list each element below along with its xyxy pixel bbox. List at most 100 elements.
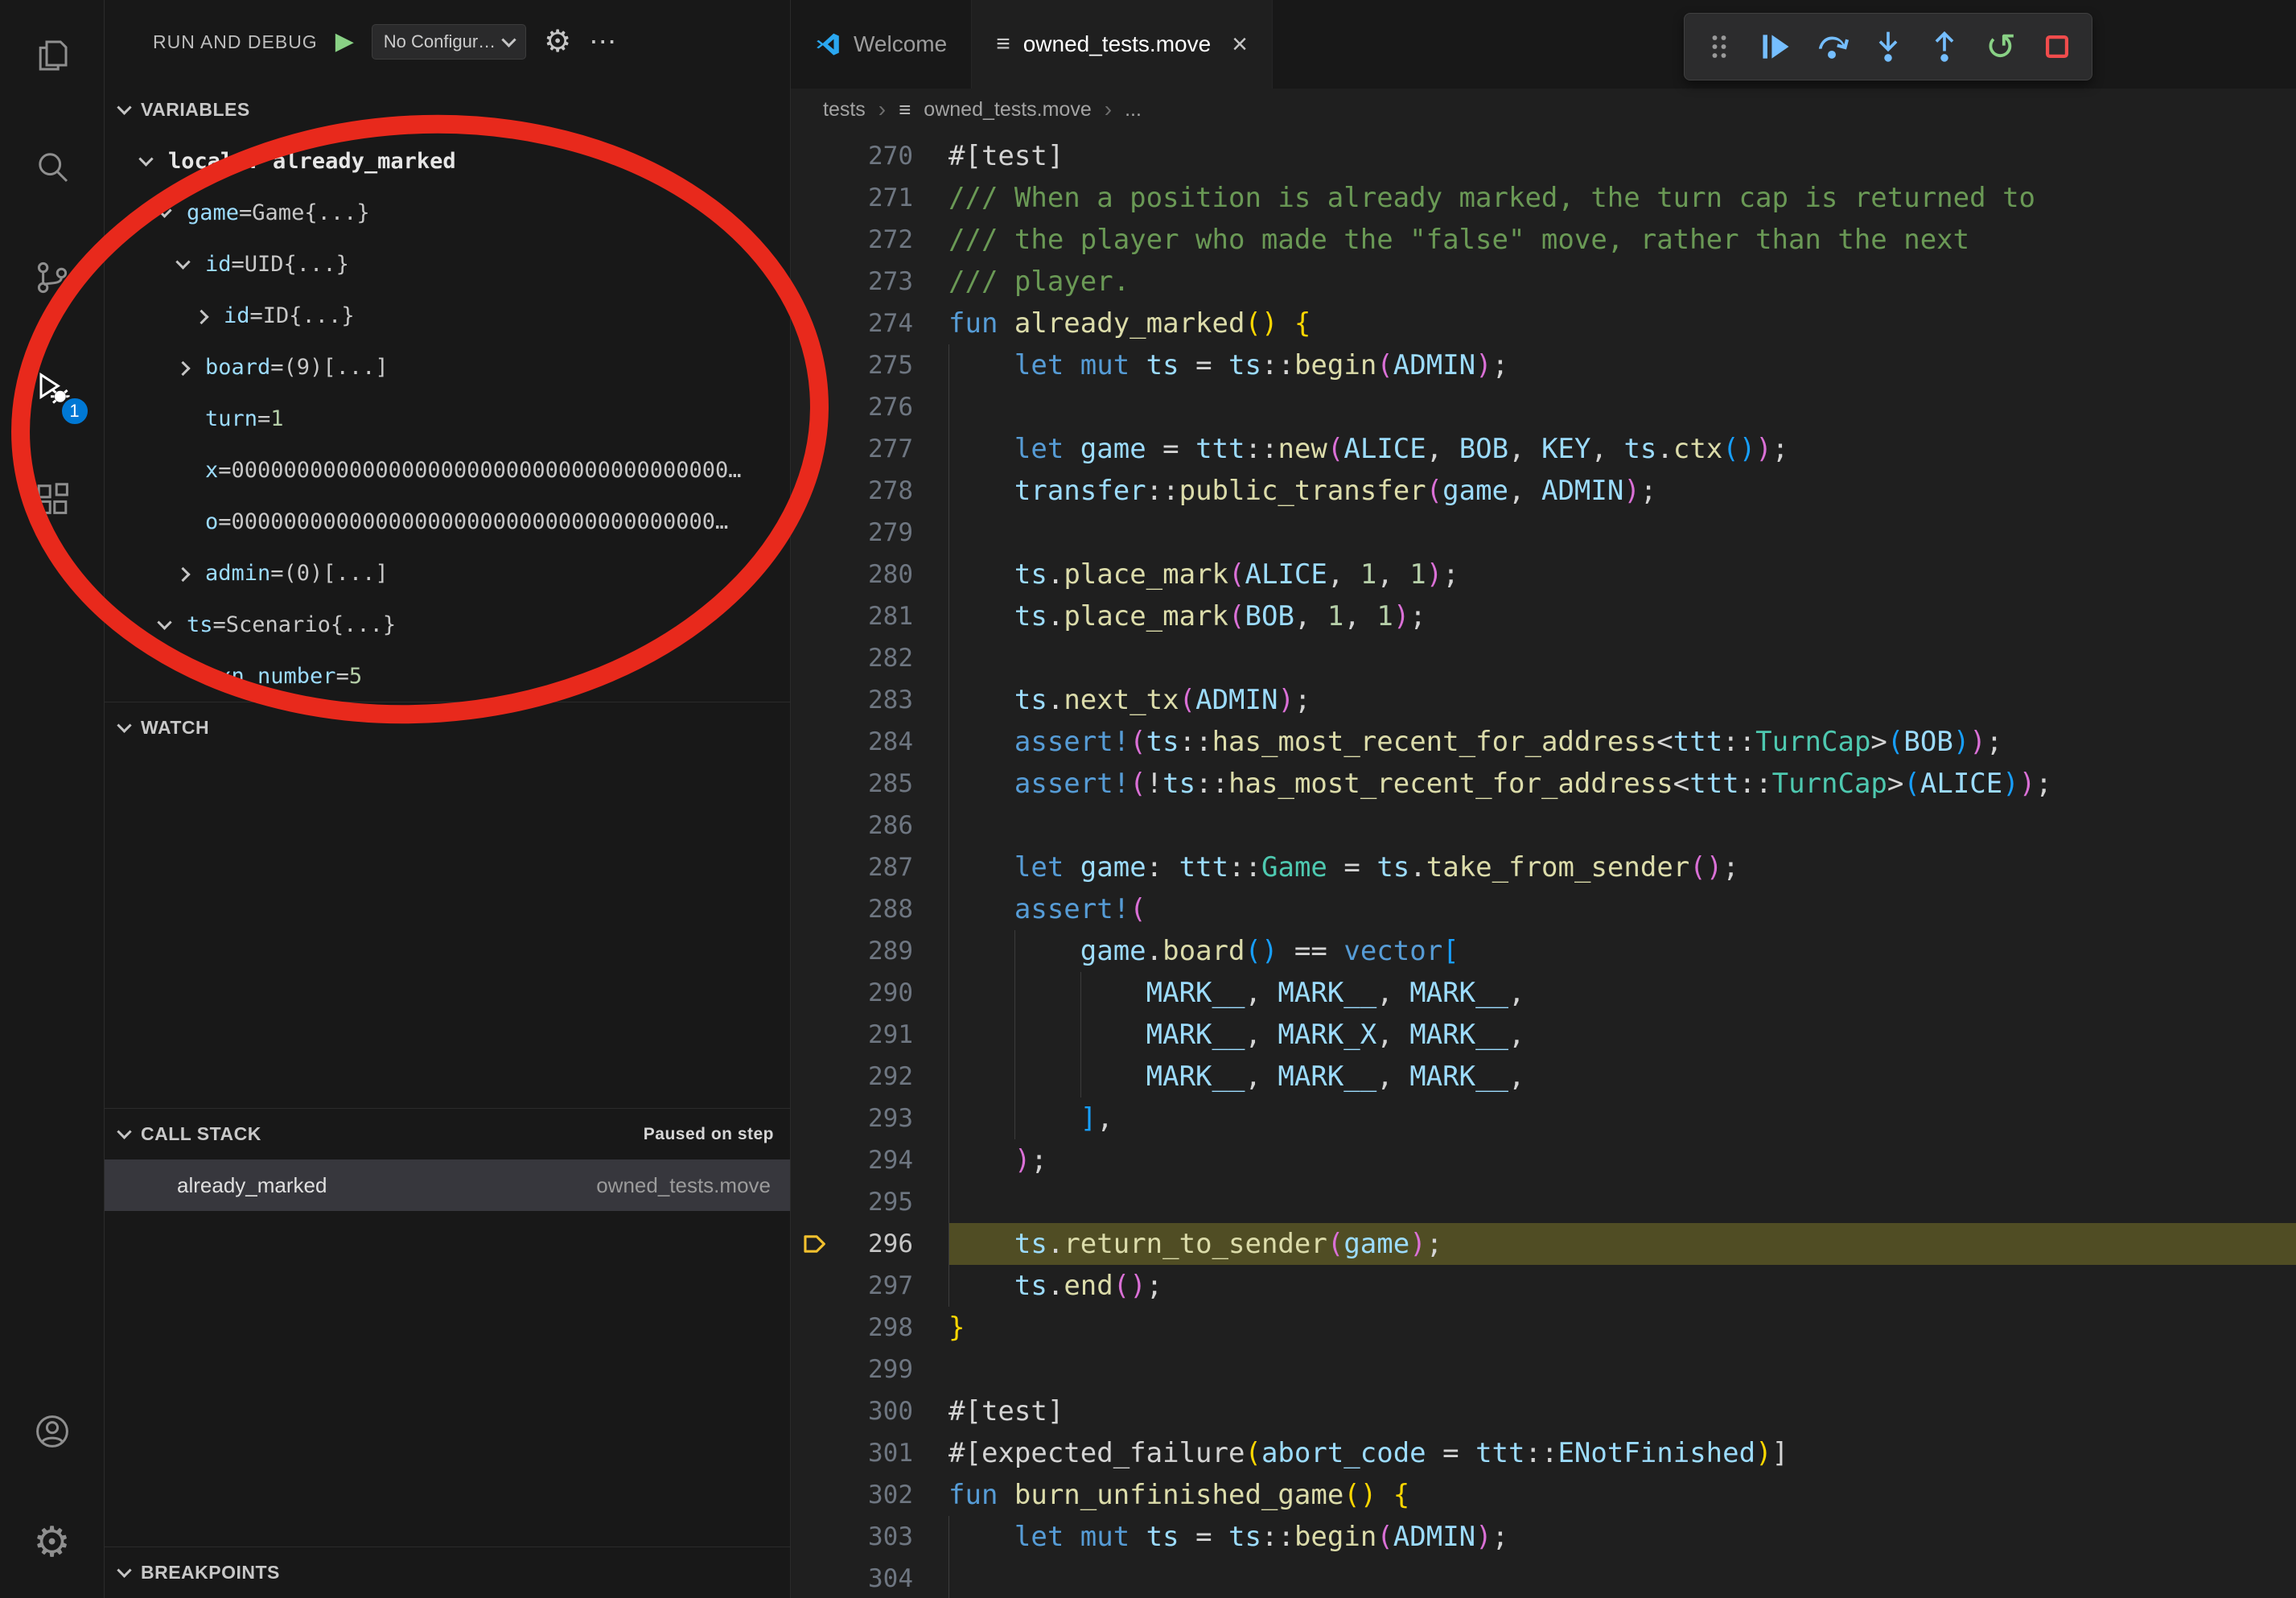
- code-line[interactable]: 273/// player.: [791, 261, 2296, 303]
- code-text[interactable]: /// When a position is already marked, t…: [948, 177, 2296, 219]
- code-text[interactable]: MARK__, MARK_X, MARK__,: [948, 1014, 2296, 1056]
- code-text[interactable]: fun already_marked() {: [948, 303, 2296, 344]
- code-text[interactable]: );: [948, 1139, 2296, 1181]
- code-text[interactable]: assert!(ts::has_most_recent_for_address<…: [948, 721, 2296, 763]
- code-line[interactable]: 289 game.board() == vector[: [791, 930, 2296, 972]
- code-text[interactable]: ts.place_mark(BOB, 1, 1);: [948, 595, 2296, 637]
- code-line[interactable]: 279: [791, 512, 2296, 554]
- activity-item-source-control[interactable]: [0, 222, 105, 333]
- code-line[interactable]: 274fun already_marked() {: [791, 303, 2296, 344]
- breakpoint-margin[interactable]: [791, 1098, 839, 1139]
- code-line[interactable]: 272/// the player who made the "false" m…: [791, 219, 2296, 261]
- code-line[interactable]: 278 transfer::public_transfer(game, ADMI…: [791, 470, 2296, 512]
- code-text[interactable]: #[test]: [948, 1390, 2296, 1432]
- tree-expand-chevron[interactable]: [178, 568, 205, 579]
- code-line[interactable]: 296 ts.return_to_sender(game);: [791, 1223, 2296, 1265]
- code-line[interactable]: 293 ],: [791, 1098, 2296, 1139]
- code-text[interactable]: [948, 1349, 2296, 1390]
- activity-item-settings[interactable]: ⚙: [0, 1487, 105, 1598]
- breakpoint-margin[interactable]: [791, 721, 839, 763]
- watch-section-header[interactable]: WATCH: [105, 702, 790, 753]
- breakpoint-margin[interactable]: [791, 1014, 839, 1056]
- breadcrumb-item-tests[interactable]: tests: [823, 98, 866, 121]
- code-text[interactable]: assert!(!ts::has_most_recent_for_address…: [948, 763, 2296, 805]
- code-line[interactable]: 285 assert!(!ts::has_most_recent_for_add…: [791, 763, 2296, 805]
- code-text[interactable]: fun burn_unfinished_game() {: [948, 1474, 2296, 1516]
- code-line[interactable]: 280 ts.place_mark(ALICE, 1, 1);: [791, 554, 2296, 595]
- variables-tree-row[interactable]: id = ID{...}: [105, 290, 790, 341]
- code-line[interactable]: 276: [791, 386, 2296, 428]
- variables-tree-row[interactable]: turn = 1: [105, 393, 790, 444]
- breakpoint-margin[interactable]: [791, 1474, 839, 1516]
- code-line[interactable]: 290 MARK__, MARK__, MARK__,: [791, 972, 2296, 1014]
- code-line[interactable]: 288 assert!(: [791, 888, 2296, 930]
- breakpoint-margin[interactable]: [791, 554, 839, 595]
- code-text[interactable]: /// the player who made the "false" move…: [948, 219, 2296, 261]
- code-text[interactable]: [948, 1558, 2296, 1598]
- step-out-button[interactable]: [1920, 22, 1969, 72]
- code-text[interactable]: let game: ttt::Game = ts.take_from_sende…: [948, 846, 2296, 888]
- debug-settings-gear-icon[interactable]: ⚙: [544, 27, 571, 57]
- breakpoint-margin[interactable]: [791, 135, 839, 177]
- breakpoint-margin[interactable]: [791, 1181, 839, 1223]
- restart-button[interactable]: ↺: [1976, 22, 2026, 72]
- breakpoint-margin[interactable]: [791, 595, 839, 637]
- variables-tree-row[interactable]: locals: already_marked: [105, 135, 790, 187]
- continue-button[interactable]: [1751, 22, 1800, 72]
- toolbar-drag-handle[interactable]: [1694, 22, 1744, 72]
- breakpoint-margin[interactable]: [791, 972, 839, 1014]
- code-line[interactable]: 294 );: [791, 1139, 2296, 1181]
- code-line[interactable]: 283 ts.next_tx(ADMIN);: [791, 679, 2296, 721]
- code-line[interactable]: 295: [791, 1181, 2296, 1223]
- activity-item-search[interactable]: [0, 111, 105, 222]
- variables-tree-row[interactable]: board = (9)[...]: [105, 341, 790, 393]
- code-line[interactable]: 286: [791, 805, 2296, 846]
- code-text[interactable]: ts.place_mark(ALICE, 1, 1);: [948, 554, 2296, 595]
- code-text[interactable]: MARK__, MARK__, MARK__,: [948, 972, 2296, 1014]
- code-text[interactable]: [948, 805, 2296, 846]
- code-text[interactable]: ts.end();: [948, 1265, 2296, 1307]
- code-line[interactable]: 284 assert!(ts::has_most_recent_for_addr…: [791, 721, 2296, 763]
- code-line[interactable]: 302fun burn_unfinished_game() {: [791, 1474, 2296, 1516]
- breakpoint-margin[interactable]: [791, 637, 839, 679]
- debug-config-dropdown[interactable]: No Configur…: [372, 24, 526, 60]
- tab-owned-tests-move[interactable]: ≡ owned_tests.move ×: [972, 0, 1273, 89]
- variables-tree-row[interactable]: txn_number = 5: [105, 650, 790, 702]
- code-line[interactable]: 282: [791, 637, 2296, 679]
- start-debugging-button[interactable]: ▶: [335, 30, 354, 54]
- code-text[interactable]: MARK__, MARK__, MARK__,: [948, 1056, 2296, 1098]
- breakpoint-margin[interactable]: [791, 679, 839, 721]
- variables-section-header[interactable]: VARIABLES: [105, 84, 790, 135]
- variables-tree-row[interactable]: id = UID{...}: [105, 238, 790, 290]
- code-line[interactable]: 291 MARK__, MARK_X, MARK__,: [791, 1014, 2296, 1056]
- code-text[interactable]: let game = ttt::new(ALICE, BOB, KEY, ts.…: [948, 428, 2296, 470]
- code-line[interactable]: 275 let mut ts = ts::begin(ADMIN);: [791, 344, 2296, 386]
- tree-expand-chevron[interactable]: [141, 156, 168, 167]
- code-line[interactable]: 270#[test]: [791, 135, 2296, 177]
- variables-tree-row[interactable]: game = Game{...}: [105, 187, 790, 238]
- breadcrumb-item-more[interactable]: ...: [1125, 98, 1142, 121]
- code-line[interactable]: 304: [791, 1558, 2296, 1598]
- code-text[interactable]: #[test]: [948, 135, 2296, 177]
- variables-tree-row[interactable]: ts = Scenario{...}: [105, 599, 790, 650]
- code-line[interactable]: 297 ts.end();: [791, 1265, 2296, 1307]
- variables-tree-row[interactable]: admin = (0)[...]: [105, 547, 790, 599]
- code-line[interactable]: 298}: [791, 1307, 2296, 1349]
- step-into-button[interactable]: [1863, 22, 1913, 72]
- code-text[interactable]: ts.return_to_sender(game);: [948, 1223, 2296, 1265]
- step-over-button[interactable]: [1807, 22, 1857, 72]
- code-text[interactable]: [948, 1181, 2296, 1223]
- breakpoint-margin[interactable]: [791, 930, 839, 972]
- breakpoint-margin[interactable]: [791, 1390, 839, 1432]
- code-line[interactable]: 301#[expected_failure(abort_code = ttt::…: [791, 1432, 2296, 1474]
- code-line[interactable]: 303 let mut ts = ts::begin(ADMIN);: [791, 1516, 2296, 1558]
- breakpoint-margin[interactable]: [791, 344, 839, 386]
- call-stack-frame[interactable]: already_markedowned_tests.move: [105, 1159, 790, 1211]
- breakpoint-margin[interactable]: [791, 303, 839, 344]
- breakpoint-margin[interactable]: [791, 1139, 839, 1181]
- breakpoint-margin[interactable]: [791, 1432, 839, 1474]
- code-line[interactable]: 281 ts.place_mark(BOB, 1, 1);: [791, 595, 2296, 637]
- code-text[interactable]: let mut ts = ts::begin(ADMIN);: [948, 1516, 2296, 1558]
- breakpoint-margin[interactable]: [791, 1265, 839, 1307]
- breakpoint-margin[interactable]: [791, 261, 839, 303]
